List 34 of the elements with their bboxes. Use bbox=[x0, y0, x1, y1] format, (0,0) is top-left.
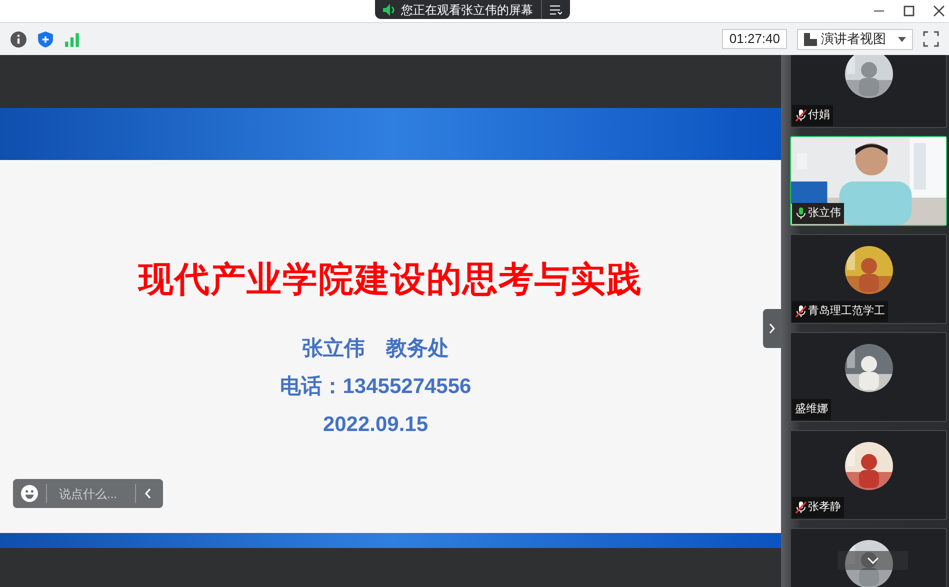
participant-tile[interactable]: 盛维娜 bbox=[790, 332, 947, 422]
participant-name: 盛维娜 bbox=[795, 402, 828, 418]
emoji-icon[interactable] bbox=[21, 485, 38, 502]
chevron-down-icon bbox=[867, 557, 879, 564]
participant-name: 付娟 bbox=[808, 108, 830, 124]
slide-title: 现代产业学院建设的思考与实践 bbox=[138, 260, 642, 300]
chevron-right-icon bbox=[768, 323, 776, 334]
fullscreen-icon[interactable] bbox=[923, 31, 939, 47]
chat-input-bar[interactable]: 说点什么... bbox=[13, 479, 163, 508]
participant-name: 青岛理工范学工 bbox=[808, 304, 885, 320]
chevron-left-icon[interactable] bbox=[144, 488, 152, 499]
meeting-timer: 01:27:40 bbox=[722, 29, 787, 49]
participant-tile[interactable]: 青岛理工范学工 bbox=[790, 234, 947, 324]
participant-tile[interactable]: 付娟 bbox=[790, 55, 947, 128]
participant-tile[interactable]: 张立伟 bbox=[790, 136, 947, 226]
banner-text: 您正在观看张立伟的屏幕 bbox=[401, 2, 534, 18]
close-icon[interactable] bbox=[933, 5, 945, 17]
menu-icon bbox=[550, 4, 562, 14]
shield-icon[interactable] bbox=[37, 30, 54, 48]
caret-icon bbox=[898, 36, 906, 42]
participant-name: 张立伟 bbox=[808, 206, 841, 222]
scroll-down-button[interactable] bbox=[838, 551, 908, 570]
layout-icon bbox=[804, 32, 817, 46]
slide-text-line: 张立伟 教务处 bbox=[302, 336, 449, 362]
slide-text-line: 2022.09.15 bbox=[322, 412, 428, 438]
chat-input[interactable]: 说点什么... bbox=[47, 484, 135, 502]
participant-tile[interactable]: 张孝静 bbox=[790, 430, 947, 520]
speaker-icon bbox=[383, 4, 397, 16]
collapse-panel-button[interactable] bbox=[763, 309, 781, 348]
participant-name: 张孝静 bbox=[808, 500, 841, 516]
info-icon[interactable] bbox=[10, 30, 27, 48]
view-mode-button[interactable]: 演讲者视图 bbox=[797, 28, 913, 50]
slide-text-line: 电话：13455274556 bbox=[280, 374, 472, 400]
maximize-icon[interactable] bbox=[903, 5, 915, 17]
